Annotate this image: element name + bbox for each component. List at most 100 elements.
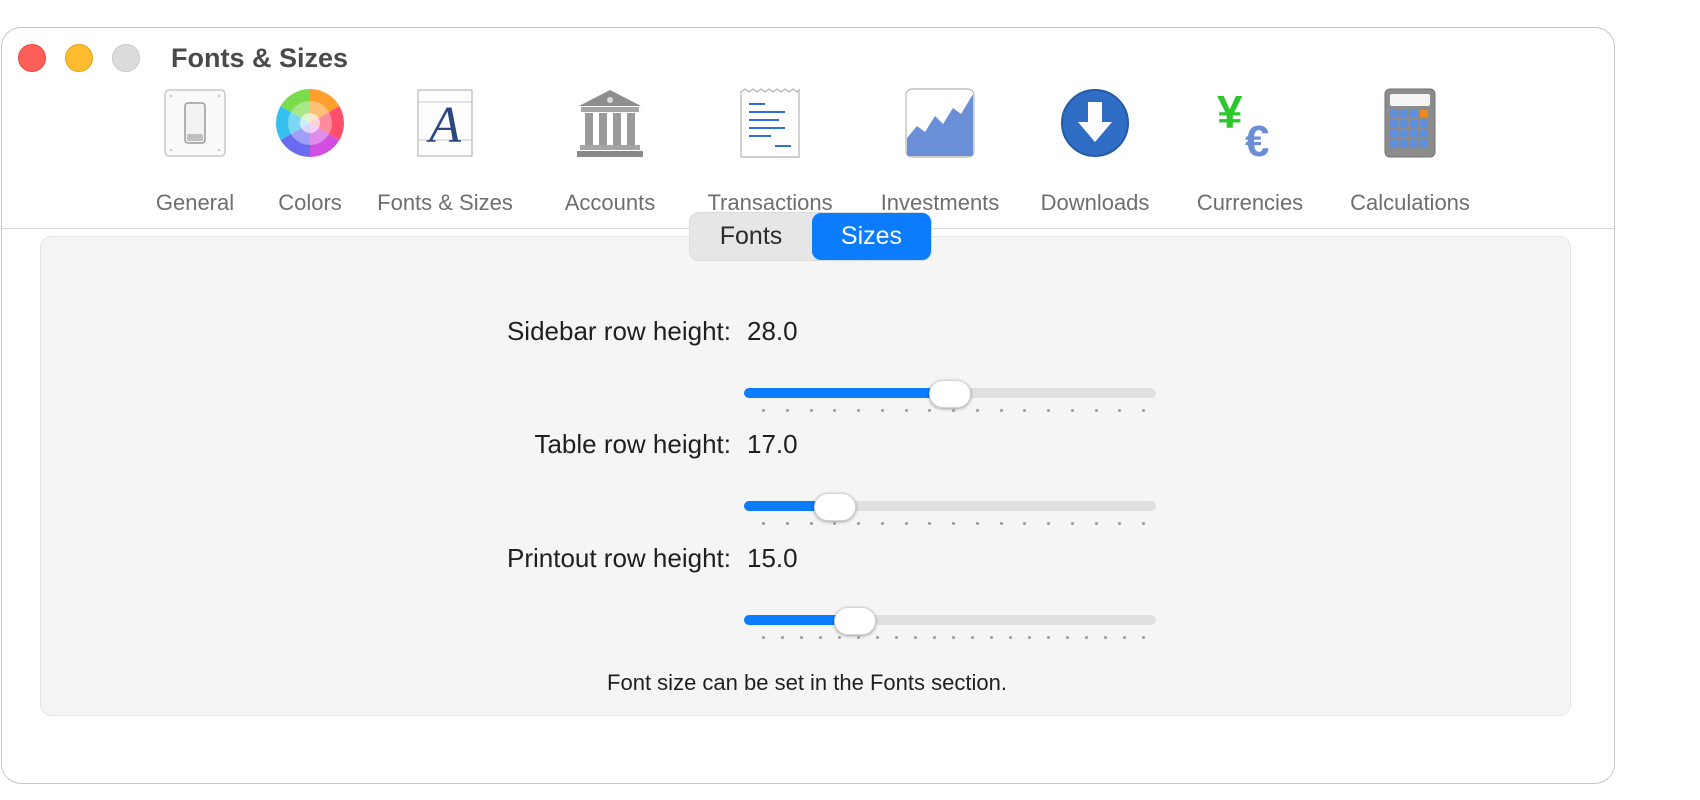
slider-tick [800,636,803,639]
table-row-height-slider[interactable] [744,493,1156,533]
slider-tick [785,409,789,412]
slider-tick [857,636,860,639]
slider-tick [1118,522,1122,525]
slider-tick [1066,636,1069,639]
slider-tick [952,409,955,412]
printout-row-height-value: 15.0 [747,543,798,573]
slider-tick [1118,409,1122,412]
slider-tick [952,636,955,639]
slider-tick [904,522,908,525]
download-arrow-icon [1061,89,1129,157]
toolbar-label: Currencies [1196,190,1304,215]
slider-tick [809,522,813,525]
slider-tick [833,409,837,412]
slider-tick [928,409,932,412]
calculator-icon [1384,88,1436,158]
toolbar-item-general[interactable]: General [145,88,245,228]
slider-thumb[interactable] [929,380,971,408]
slider-tick [999,409,1003,412]
segment-sizes[interactable]: Sizes [812,213,931,260]
slider-tick [1142,522,1145,525]
slider-tick [1104,636,1107,639]
slider-tick [809,409,813,412]
toolbar-label: Calculations [1350,190,1470,215]
svg-text:A: A [426,97,461,154]
slider-tick [762,636,765,639]
slider-tick [1047,409,1050,412]
bank-icon [577,90,643,157]
slider-thumb[interactable] [813,493,856,521]
slider-tick [914,636,917,639]
slider-ticks [762,522,1145,526]
currency-symbols-icon: ¥ € [1217,88,1269,158]
slider-tick [1142,409,1145,412]
font-size-note: Font size can be set in the Fonts sectio… [607,670,1007,695]
toolbar-item-fonts-sizes[interactable]: A Fonts & Sizes [370,88,520,228]
slider-tick [762,522,765,525]
slider-tick [1028,636,1031,639]
preferences-toolbar: General Colors A Fonts & Sizes Accounts … [2,88,1614,228]
slider-tick [1123,636,1126,639]
toolbar-label: Downloads [1040,190,1150,215]
slider-tick [895,636,898,639]
slider-tick [857,522,860,525]
zoom-window-button[interactable] [112,44,140,72]
toolbar-label: Fonts & Sizes [377,190,513,215]
slider-tick [928,522,932,525]
slider-tick [1070,522,1074,525]
slider-thumb[interactable] [834,607,877,635]
slider-tick [1085,636,1088,639]
printout-row-height-label: Printout row height: [506,543,731,573]
toolbar-item-calculations[interactable]: Calculations [1335,88,1485,228]
slider-tick [1023,522,1027,525]
slider-tick [952,522,955,525]
slider-tick [990,636,993,639]
toolbar-label: Accounts [564,190,656,215]
slider-tick [857,409,860,412]
slider-tick [971,636,974,639]
slider-tick [781,636,784,639]
minimize-window-button[interactable] [65,44,93,72]
toolbar-item-investments[interactable]: Investments [870,88,1010,228]
slider-tick [1009,636,1012,639]
slider-tick [838,636,841,639]
slider-tick [904,409,908,412]
slider-tick [1142,636,1145,639]
font-letter-icon: A [417,89,473,157]
printout-row-height-slider[interactable] [744,607,1156,647]
sidebar-row-height-label: Sidebar row height: [506,316,731,346]
slider-fill [744,388,950,398]
slider-tick [833,522,837,525]
toolbar-item-colors[interactable]: Colors [265,88,355,228]
toolbar-item-transactions[interactable]: Transactions [700,88,840,228]
svg-text:€: € [1245,117,1269,158]
color-wheel-icon [276,89,344,157]
general-switch-icon [164,89,226,157]
window-title: Fonts & Sizes [171,43,349,73]
slider-tick [1094,522,1098,525]
chart-icon [905,88,975,158]
slider-tick [1047,636,1050,639]
toolbar-label: General [155,190,235,215]
toolbar-item-accounts[interactable]: Accounts [555,88,665,228]
slider-ticks [762,409,1145,413]
toolbar-label: Colors [278,190,342,215]
sidebar-row-height-slider[interactable] [744,380,1156,420]
segment-fonts[interactable]: Fonts [690,213,812,260]
slider-tick [762,409,765,412]
slider-tick [975,522,979,525]
close-window-button[interactable] [18,44,46,72]
slider-tick [876,636,879,639]
table-row-height-value: 17.0 [747,429,798,459]
slider-ticks [762,636,1145,640]
slider-tick [1023,409,1027,412]
slider-tick [933,636,936,639]
toolbar-item-currencies[interactable]: ¥ € Currencies [1185,88,1315,228]
slider-tick [975,409,979,412]
svg-text:¥: ¥ [1217,88,1243,138]
table-row-height-label: Table row height: [534,429,731,459]
sidebar-row-height-value: 28.0 [747,316,798,346]
slider-tick [1047,522,1050,525]
toolbar-item-downloads[interactable]: Downloads [1035,88,1155,228]
slider-tick [880,409,884,412]
